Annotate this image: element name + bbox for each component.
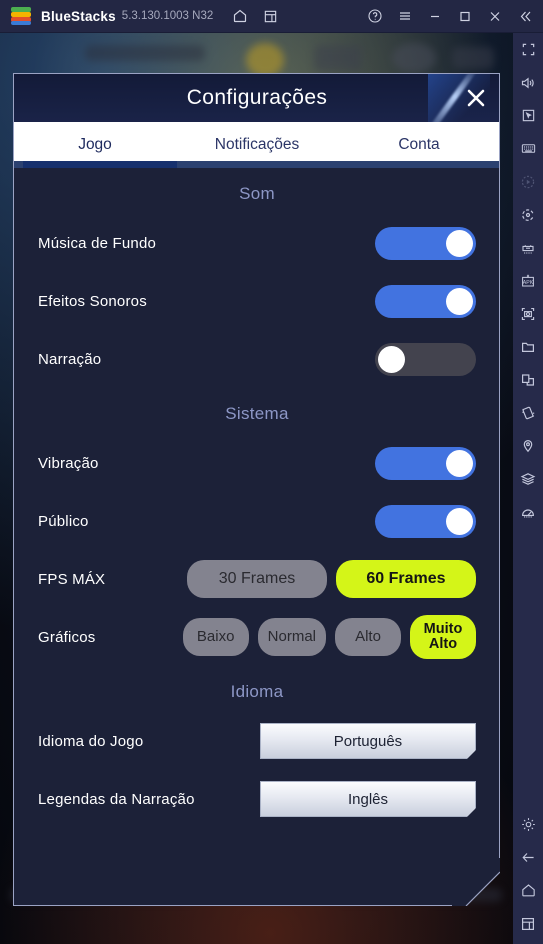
label-publico: Público	[38, 512, 89, 530]
toggle-knob	[446, 450, 473, 477]
toggle-vibracao[interactable]	[375, 447, 476, 480]
minimize-icon[interactable]	[420, 0, 450, 33]
bg-blur-chip-1	[314, 45, 362, 71]
game-controls-icon[interactable]	[513, 99, 543, 132]
copy-paste-icon[interactable]	[513, 363, 543, 396]
close-icon[interactable]	[480, 0, 510, 33]
media-manager-icon[interactable]	[513, 330, 543, 363]
multi-instance-icon[interactable]	[255, 0, 285, 33]
dialog-title: Configurações	[186, 86, 328, 109]
recent-apps-icon[interactable]	[513, 907, 543, 940]
install-apk-icon[interactable]: APK	[513, 264, 543, 297]
dialog-tabs: Jogo Notificações Conta	[14, 122, 500, 168]
row-legendas-da-narracao: Legendas da Narração Inglês	[14, 770, 500, 828]
location-icon[interactable]	[513, 429, 543, 462]
screenshot-icon[interactable]	[513, 297, 543, 330]
toggle-publico[interactable]	[375, 505, 476, 538]
dialog-header: Configurações	[14, 74, 500, 122]
row-efeitos-sonoros: Efeitos Sonoros	[14, 272, 500, 330]
graphics-option-muito-alto-line1: Muito	[423, 620, 463, 637]
row-graficos: Gráficos Baixo Normal Alto Muito Alto	[14, 608, 500, 666]
bluestacks-sidebar: APK	[513, 33, 543, 944]
graphics-option-normal[interactable]: Normal	[258, 618, 326, 656]
row-publico: Público	[14, 492, 500, 550]
app-name: BlueStacks	[41, 8, 116, 24]
bluestacks-logo-icon	[11, 6, 31, 26]
settings-dialog: Configurações Jogo Notificações Conta So…	[13, 73, 500, 906]
back-arrow-icon[interactable]	[513, 841, 543, 874]
label-legendas-da-narracao: Legendas da Narração	[38, 790, 195, 808]
section-title-idioma: Idioma	[230, 682, 284, 701]
row-vibracao: Vibração	[14, 434, 500, 492]
button-legendas-da-narracao[interactable]: Inglês	[260, 781, 476, 817]
label-vibracao: Vibração	[38, 454, 99, 472]
layers-icon[interactable]	[513, 462, 543, 495]
graphics-option-muito-alto-line2: Alto	[428, 636, 458, 652]
row-narracao: Narração	[14, 330, 500, 388]
toggle-knob	[446, 230, 473, 257]
graphics-options: Baixo Normal Alto Muito Alto	[183, 615, 476, 659]
toggle-knob	[446, 288, 473, 315]
shake-icon[interactable]	[513, 396, 543, 429]
toggle-knob	[446, 508, 473, 535]
help-icon[interactable]	[360, 0, 390, 33]
graphics-option-baixo[interactable]: Baixo	[183, 618, 249, 656]
label-idioma-do-jogo: Idioma do Jogo	[38, 732, 144, 750]
volume-icon[interactable]	[513, 66, 543, 99]
row-musica-de-fundo: Música de Fundo	[14, 214, 500, 272]
toggle-narracao[interactable]	[375, 343, 476, 376]
toggle-musica-de-fundo[interactable]	[375, 227, 476, 260]
label-efeitos-sonoros: Efeitos Sonoros	[38, 292, 147, 310]
settings-gear-icon[interactable]	[513, 808, 543, 841]
fps-option-30[interactable]: 30 Frames	[187, 560, 327, 598]
maximize-icon[interactable]	[450, 0, 480, 33]
label-fps-max: FPS MÁX	[38, 570, 106, 588]
home-icon[interactable]	[513, 874, 543, 907]
bg-blur-chip-3	[452, 47, 494, 69]
toggle-knob	[378, 346, 405, 373]
tab-active-indicator	[23, 161, 177, 168]
performance-icon[interactable]	[513, 495, 543, 528]
bluestacks-titlebar: BlueStacks 5.3.130.1003 N32	[0, 0, 543, 33]
keyboard-icon[interactable]	[513, 132, 543, 165]
bg-blur-label	[85, 45, 205, 61]
button-idioma-do-jogo[interactable]: Português	[260, 723, 476, 759]
dialog-body: Som Música de Fundo Efeitos Sonoros Narr…	[14, 168, 500, 828]
home-icon[interactable]	[225, 0, 255, 33]
graphics-option-muito-alto[interactable]: Muito Alto	[410, 615, 476, 659]
svg-text:APK: APK	[523, 280, 534, 286]
label-graficos: Gráficos	[38, 628, 96, 646]
row-fps-max: FPS MÁX 30 Frames 60 Frames	[14, 550, 500, 608]
fullscreen-icon[interactable]	[513, 33, 543, 66]
fps-option-60[interactable]: 60 Frames	[336, 560, 476, 598]
graphics-option-alto[interactable]: Alto	[335, 618, 401, 656]
collapse-sidebar-icon[interactable]	[510, 0, 540, 33]
section-title-sistema: Sistema	[225, 404, 289, 423]
bg-blur-coin	[246, 43, 284, 77]
label-musica-de-fundo: Música de Fundo	[38, 234, 157, 252]
label-narracao: Narração	[38, 350, 102, 368]
macro-play-icon[interactable]	[513, 165, 543, 198]
app-version: 5.3.130.1003 N32	[121, 10, 214, 22]
section-title-som: Som	[239, 184, 275, 203]
close-dialog-button[interactable]	[459, 81, 493, 115]
toggle-efeitos-sonoros[interactable]	[375, 285, 476, 318]
menu-icon[interactable]	[390, 0, 420, 33]
fps-options: 30 Frames 60 Frames	[187, 560, 476, 598]
rotate-icon[interactable]	[513, 198, 543, 231]
multi-instance-manager-icon[interactable]	[513, 231, 543, 264]
bg-blur-chip-2	[392, 43, 436, 73]
row-idioma-do-jogo: Idioma do Jogo Português	[14, 712, 500, 770]
